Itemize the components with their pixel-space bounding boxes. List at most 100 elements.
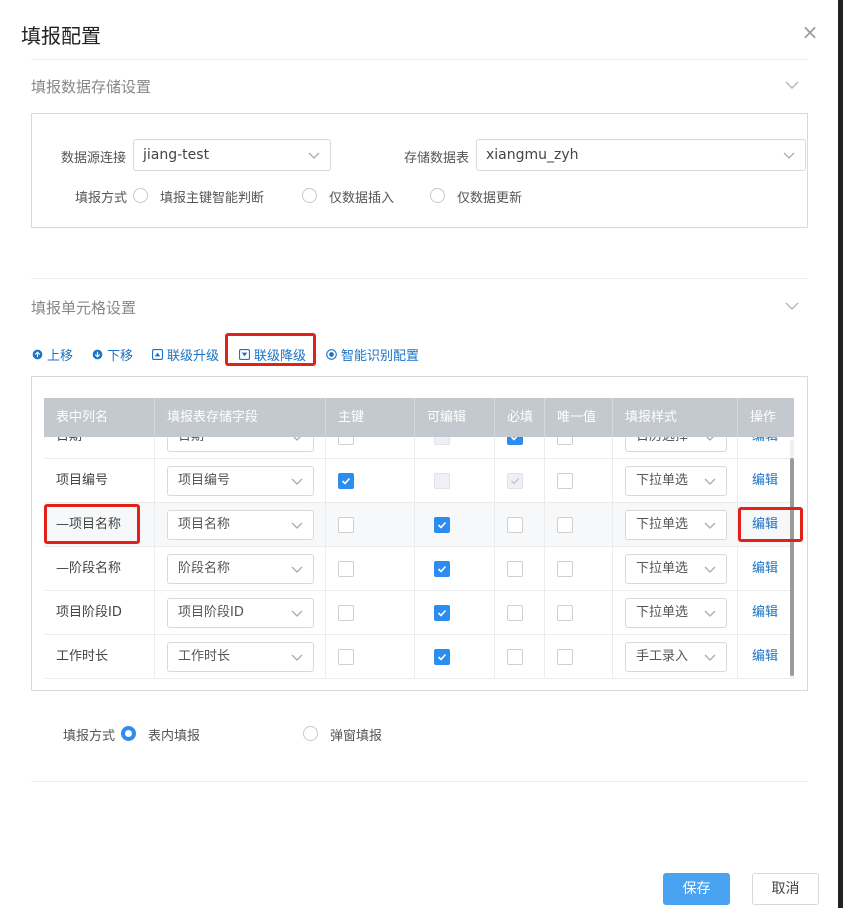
smart-recognition-button[interactable]: 智能识别配置 [326, 345, 419, 364]
unique-checkbox[interactable] [557, 437, 573, 445]
unique-checkbox[interactable] [557, 517, 573, 533]
chevron-down-icon [704, 654, 716, 661]
unique-cell [545, 437, 613, 459]
datasource-select[interactable]: jiang-test [133, 139, 331, 171]
style-value: 下拉单选 [636, 517, 689, 532]
close-icon[interactable]: × [800, 22, 820, 42]
chevron-down-icon [783, 152, 795, 159]
field-select[interactable]: 阶段名称 [167, 554, 314, 584]
edit-link[interactable]: 编辑 [752, 437, 778, 458]
table-scrollbar-thumb[interactable] [790, 458, 794, 676]
mode-radio-update[interactable] [430, 188, 445, 203]
field-select[interactable]: 日期 [167, 437, 314, 452]
editable-checkbox[interactable] [434, 517, 450, 533]
action-cell: 编辑 [738, 547, 794, 591]
style-cell: 日历选择 [613, 437, 738, 459]
fill-mode-option-label: 弹窗填报 [330, 729, 383, 744]
column-name-cell: 日期 [44, 437, 155, 459]
table-row: 项目编号 项目编号 下拉单选 编辑 [44, 459, 794, 503]
highlight-annotation [225, 333, 316, 366]
field-select[interactable]: 工作时长 [167, 642, 314, 672]
chevron-down-icon [706, 437, 714, 441]
editable-checkbox[interactable] [434, 437, 450, 445]
storage-section-title: 填报数据存储设置 [31, 78, 152, 96]
style-select[interactable]: 手工录入 [625, 642, 727, 672]
field-select[interactable]: 项目编号 [167, 466, 314, 496]
primary-key-cell [326, 459, 415, 503]
primary-key-cell [326, 437, 415, 459]
unique-checkbox[interactable] [557, 561, 573, 577]
style-select[interactable]: 下拉单选 [625, 510, 727, 540]
style-cell: 下拉单选 [613, 547, 738, 591]
column-header: 操作 [750, 410, 777, 425]
divider [31, 278, 808, 279]
unique-checkbox[interactable] [557, 473, 573, 489]
storage-mode-label: 填报方式 [75, 191, 128, 206]
unique-cell [545, 591, 613, 635]
unique-cell [545, 503, 613, 547]
editable-checkbox[interactable] [434, 649, 450, 665]
column-header: 必填 [495, 398, 545, 437]
fill-mode-radio-popup[interactable] [303, 726, 318, 741]
unique-checkbox[interactable] [557, 605, 573, 621]
required-cell [495, 635, 545, 679]
field-cell: 阶段名称 [155, 547, 326, 591]
editable-checkbox[interactable] [434, 561, 450, 577]
style-select[interactable]: 下拉单选 [625, 466, 727, 496]
required-checkbox[interactable] [507, 561, 523, 577]
field-value: 项目阶段ID [178, 605, 244, 620]
move-up-button[interactable]: 上移 [32, 345, 73, 364]
editable-checkbox[interactable] [434, 605, 450, 621]
required-checkbox[interactable] [507, 605, 523, 621]
field-cell: 工作时长 [155, 635, 326, 679]
storage-table-select[interactable]: xiangmu_zyh [476, 139, 806, 171]
chevron-down-icon[interactable] [784, 77, 800, 93]
unique-cell [545, 635, 613, 679]
save-button[interactable]: 保存 [663, 873, 730, 905]
edit-link[interactable]: 编辑 [752, 459, 778, 502]
required-checkbox[interactable] [507, 437, 523, 445]
unique-checkbox[interactable] [557, 649, 573, 665]
fill-mode-radio-inline[interactable] [121, 726, 136, 741]
primary-key-checkbox[interactable] [338, 437, 354, 445]
primary-key-checkbox[interactable] [338, 649, 354, 665]
chevron-down-icon [704, 566, 716, 573]
cancel-button[interactable]: 取消 [752, 873, 819, 905]
editable-cell [415, 437, 495, 459]
required-checkbox[interactable] [507, 473, 523, 489]
required-checkbox[interactable] [507, 649, 523, 665]
field-select[interactable]: 项目名称 [167, 510, 314, 540]
mode-radio-smart[interactable] [133, 188, 148, 203]
mode-option-label: 仅数据插入 [329, 191, 395, 206]
caret-up-square-icon [152, 349, 163, 360]
primary-key-checkbox[interactable] [338, 605, 354, 621]
style-select[interactable]: 下拉单选 [625, 598, 727, 628]
edit-link[interactable]: 编辑 [752, 547, 778, 590]
field-value: 项目名称 [178, 517, 231, 532]
datasource-label: 数据源连接 [61, 151, 127, 166]
divider [31, 781, 808, 782]
style-select[interactable]: 日历选择 [625, 437, 727, 452]
column-header: 表中列名 [44, 398, 155, 437]
table-header: 表中列名 填报表存储字段 主键 可编辑 必填 唯一值 填报样式 操作 [44, 398, 794, 437]
move-down-button[interactable]: 下移 [92, 345, 133, 364]
primary-key-checkbox[interactable] [338, 561, 354, 577]
primary-key-checkbox[interactable] [338, 473, 354, 489]
primary-key-cell [326, 547, 415, 591]
edit-link[interactable]: 编辑 [752, 635, 778, 678]
mode-option-label: 仅数据更新 [457, 191, 523, 206]
mode-radio-insert[interactable] [302, 188, 317, 203]
field-select[interactable]: 项目阶段ID [167, 598, 314, 628]
cascade-upgrade-button[interactable]: 联级升级 [152, 345, 219, 364]
action-cell: 编辑 [738, 635, 794, 679]
smart-recognition-label: 智能识别配置 [341, 349, 420, 364]
style-select[interactable]: 下拉单选 [625, 554, 727, 584]
chevron-down-icon[interactable] [784, 298, 800, 314]
move-down-label: 下移 [107, 349, 134, 364]
edit-link[interactable]: 编辑 [752, 591, 778, 634]
column-name-cell: 项目编号 [44, 459, 155, 503]
required-checkbox[interactable] [507, 517, 523, 533]
editable-checkbox[interactable] [434, 473, 450, 489]
primary-key-checkbox[interactable] [338, 517, 354, 533]
field-value: 项目编号 [178, 473, 231, 488]
